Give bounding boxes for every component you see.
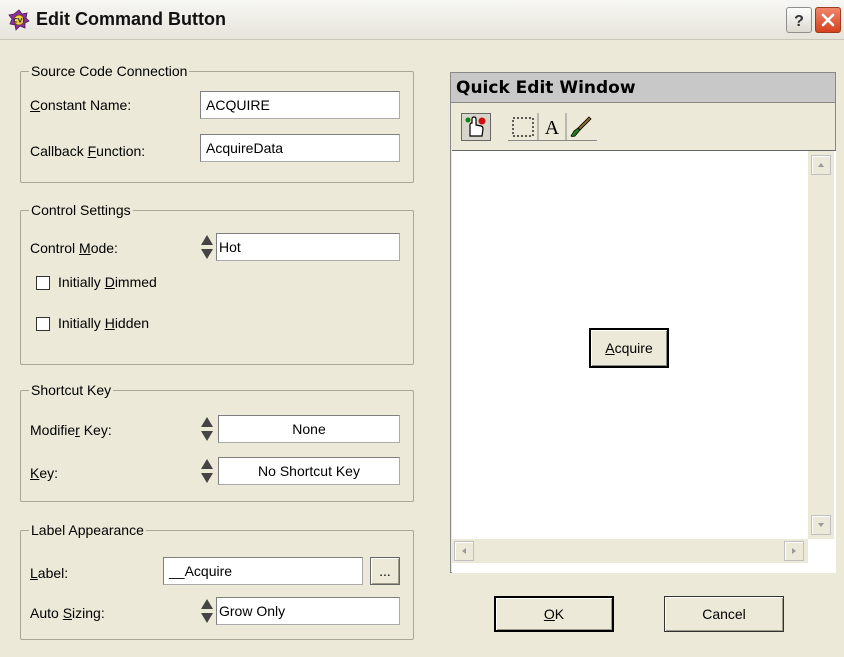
shortcut-key-group: Shortcut Key xyxy=(20,382,414,502)
shortcut-key-legend: Shortcut Key xyxy=(29,382,114,398)
scroll-down-icon xyxy=(818,523,824,527)
ok-button-label: OK xyxy=(543,606,565,622)
quick-edit-panel: Quick Edit Window A Acquire xyxy=(450,72,836,573)
operate-tool-button[interactable] xyxy=(461,113,491,141)
close-icon xyxy=(821,13,835,27)
control-mode-spinner[interactable] xyxy=(200,233,214,261)
acquire-preview-button[interactable]: Acquire xyxy=(589,328,669,368)
quick-edit-header: Quick Edit Window xyxy=(451,73,835,103)
quick-edit-title: Quick Edit Window xyxy=(456,78,636,98)
callback-function-input[interactable]: AcquireData xyxy=(200,134,400,162)
constant-name-input[interactable]: ACQUIRE xyxy=(200,91,400,119)
operate-tool-icon xyxy=(465,116,486,137)
help-button[interactable]: ? xyxy=(786,7,812,33)
vertical-scrollbar[interactable] xyxy=(808,151,834,539)
constant-name-label: Constant Name: xyxy=(30,97,132,113)
auto-sizing-input[interactable]: Grow Only xyxy=(216,597,400,625)
control-settings-legend: Control Settings xyxy=(29,202,133,218)
scroll-down-button[interactable] xyxy=(811,515,831,535)
label-input[interactable]: __Acquire xyxy=(163,557,363,585)
initially-hidden-label: Initially Hidden xyxy=(58,315,150,331)
svg-text:CVI: CVI xyxy=(13,18,24,25)
scroll-right-icon xyxy=(792,548,796,554)
app-icon: CVI xyxy=(8,9,30,31)
acquire-preview-label: Acquire xyxy=(605,340,653,356)
key-input[interactable]: No Shortcut Key xyxy=(218,457,400,485)
control-mode-input[interactable]: Hot xyxy=(216,233,400,261)
label-appearance-legend: Label Appearance xyxy=(29,522,146,538)
control-mode-label: Control Mode: xyxy=(30,240,118,256)
key-label: Key: xyxy=(30,465,59,481)
quick-edit-canvas[interactable]: Acquire xyxy=(452,150,836,573)
initially-hidden-checkbox[interactable] xyxy=(36,317,50,331)
label-field-label: Label: xyxy=(30,565,69,581)
svg-text:?: ? xyxy=(794,13,804,29)
scroll-right-button[interactable] xyxy=(784,541,804,561)
modifier-key-input[interactable]: None xyxy=(218,415,400,443)
window-title: Edit Command Button xyxy=(36,9,226,29)
ok-button[interactable]: OK xyxy=(494,596,614,632)
label-browse-button[interactable]: ... xyxy=(370,557,400,585)
scroll-up-button[interactable] xyxy=(811,155,831,175)
help-icon: ? xyxy=(794,13,804,29)
auto-sizing-spinner[interactable] xyxy=(200,597,214,625)
cancel-button[interactable]: Cancel xyxy=(664,596,784,632)
modifier-key-spinner[interactable] xyxy=(200,415,214,443)
scroll-up-icon xyxy=(818,163,824,167)
initially-dimmed-checkbox[interactable] xyxy=(36,276,50,290)
close-button[interactable] xyxy=(815,7,841,33)
source-code-group: Source Code Connection xyxy=(20,63,414,183)
scroll-left-button[interactable] xyxy=(454,541,474,561)
title-bar: CVI Edit Command Button ? xyxy=(0,0,844,40)
key-spinner[interactable] xyxy=(200,457,214,485)
tool-separators xyxy=(508,113,597,141)
scroll-left-icon xyxy=(462,548,466,554)
horizontal-scrollbar[interactable] xyxy=(452,539,808,563)
modifier-key-label: Modifier Key: xyxy=(30,422,112,438)
initially-dimmed-label: Initially Dimmed xyxy=(58,274,157,290)
source-code-legend: Source Code Connection xyxy=(29,63,190,79)
auto-sizing-label: Auto Sizing: xyxy=(30,605,105,621)
callback-function-label: Callback Function: xyxy=(30,143,146,159)
